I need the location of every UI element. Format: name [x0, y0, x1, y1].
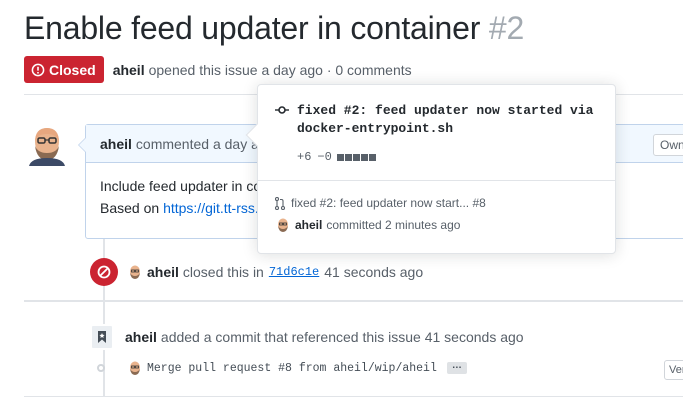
hovercard-header: fixed #2: feed updater now started via d… — [275, 102, 601, 138]
comment-author-avatar[interactable] — [25, 122, 69, 166]
diffstat-block — [368, 153, 376, 161]
hovercard-committer-avatar[interactable] — [275, 217, 291, 233]
closed-event-avatar[interactable] — [127, 264, 143, 280]
closed-event-text: closed this in — [182, 264, 264, 280]
commit-ref-event: aheil added a commit that referenced thi… — [90, 324, 524, 350]
git-commit-icon — [275, 106, 289, 114]
commit-dot-icon — [97, 364, 105, 372]
state-badge: Closed — [24, 56, 104, 83]
commit-ref-badge — [90, 324, 114, 350]
commit-ref-author[interactable]: aheil — [125, 329, 157, 345]
diffstat-block — [352, 153, 360, 161]
closed-event-sha-link[interactable]: 71d6c1e — [269, 265, 319, 279]
comment-body-prefix: Based on — [100, 200, 160, 216]
closed-event-author[interactable]: aheil — [147, 264, 179, 280]
closed-event-time[interactable]: 41 seconds ago — [324, 264, 423, 280]
hovercard-deletions: −0 — [317, 150, 332, 164]
bookmark-icon — [98, 331, 106, 343]
comment-arrow — [78, 137, 86, 153]
closed-event-badge — [90, 258, 118, 286]
bottom-divider — [24, 396, 683, 397]
circle-slash-icon — [97, 265, 111, 279]
timeline-divider — [24, 300, 683, 302]
issue-closed-icon — [31, 63, 45, 76]
owner-badge: Owner — [653, 134, 683, 156]
diffstat-block — [336, 153, 344, 161]
issue-title: Enable feed updater in container #2 — [24, 10, 524, 47]
hovercard-additions: +6 — [297, 150, 312, 164]
commit-message-link[interactable]: Merge pull request #8 from aheil/wip/ahe… — [147, 362, 437, 375]
commit-ref-text: added a commit that referenced this issu… — [160, 329, 524, 345]
diffstat-blocks — [336, 153, 376, 161]
issue-number: #2 — [488, 10, 525, 46]
hovercard-pr-row: fixed #2: feed updater now start... #8 — [275, 196, 486, 210]
issue-title-text: Enable feed updater in container — [24, 10, 481, 46]
hovercard-committed-time: committed 2 minutes ago — [326, 218, 461, 232]
verified-badge[interactable]: Verified — [664, 360, 683, 380]
issue-meta: Closed aheil opened this issue a day ago… — [24, 56, 412, 83]
commit-expand-button[interactable]: … — [446, 361, 467, 374]
issue-opened-text: opened this issue a day ago · 0 comments — [148, 61, 412, 78]
state-badge-label: Closed — [49, 61, 96, 78]
commit-row: Merge pull request #8 from aheil/wip/ahe… — [97, 360, 467, 376]
diffstat-block — [344, 153, 352, 161]
commit-avatar[interactable] — [127, 360, 143, 376]
comment-author-link[interactable]: aheil — [100, 136, 132, 152]
closed-event: aheil closed this in 71d6c1e 41 seconds … — [90, 258, 423, 286]
hovercard-pr-link[interactable]: fixed #2: feed updater now start... #8 — [291, 196, 486, 210]
commit-hovercard: fixed #2: feed updater now started via d… — [245, 84, 616, 254]
hovercard-commit-title[interactable]: fixed #2: feed updater now started via d… — [297, 102, 601, 138]
hovercard-diffstat: +6 −0 — [297, 150, 376, 164]
hovercard-committer-row: aheil committed 2 minutes ago — [275, 217, 460, 233]
diffstat-block — [360, 153, 368, 161]
issue-author-link[interactable]: aheil — [113, 62, 145, 78]
hovercard-divider — [258, 180, 615, 181]
hovercard-committer-name[interactable]: aheil — [295, 218, 322, 232]
git-pull-request-icon — [275, 196, 285, 210]
